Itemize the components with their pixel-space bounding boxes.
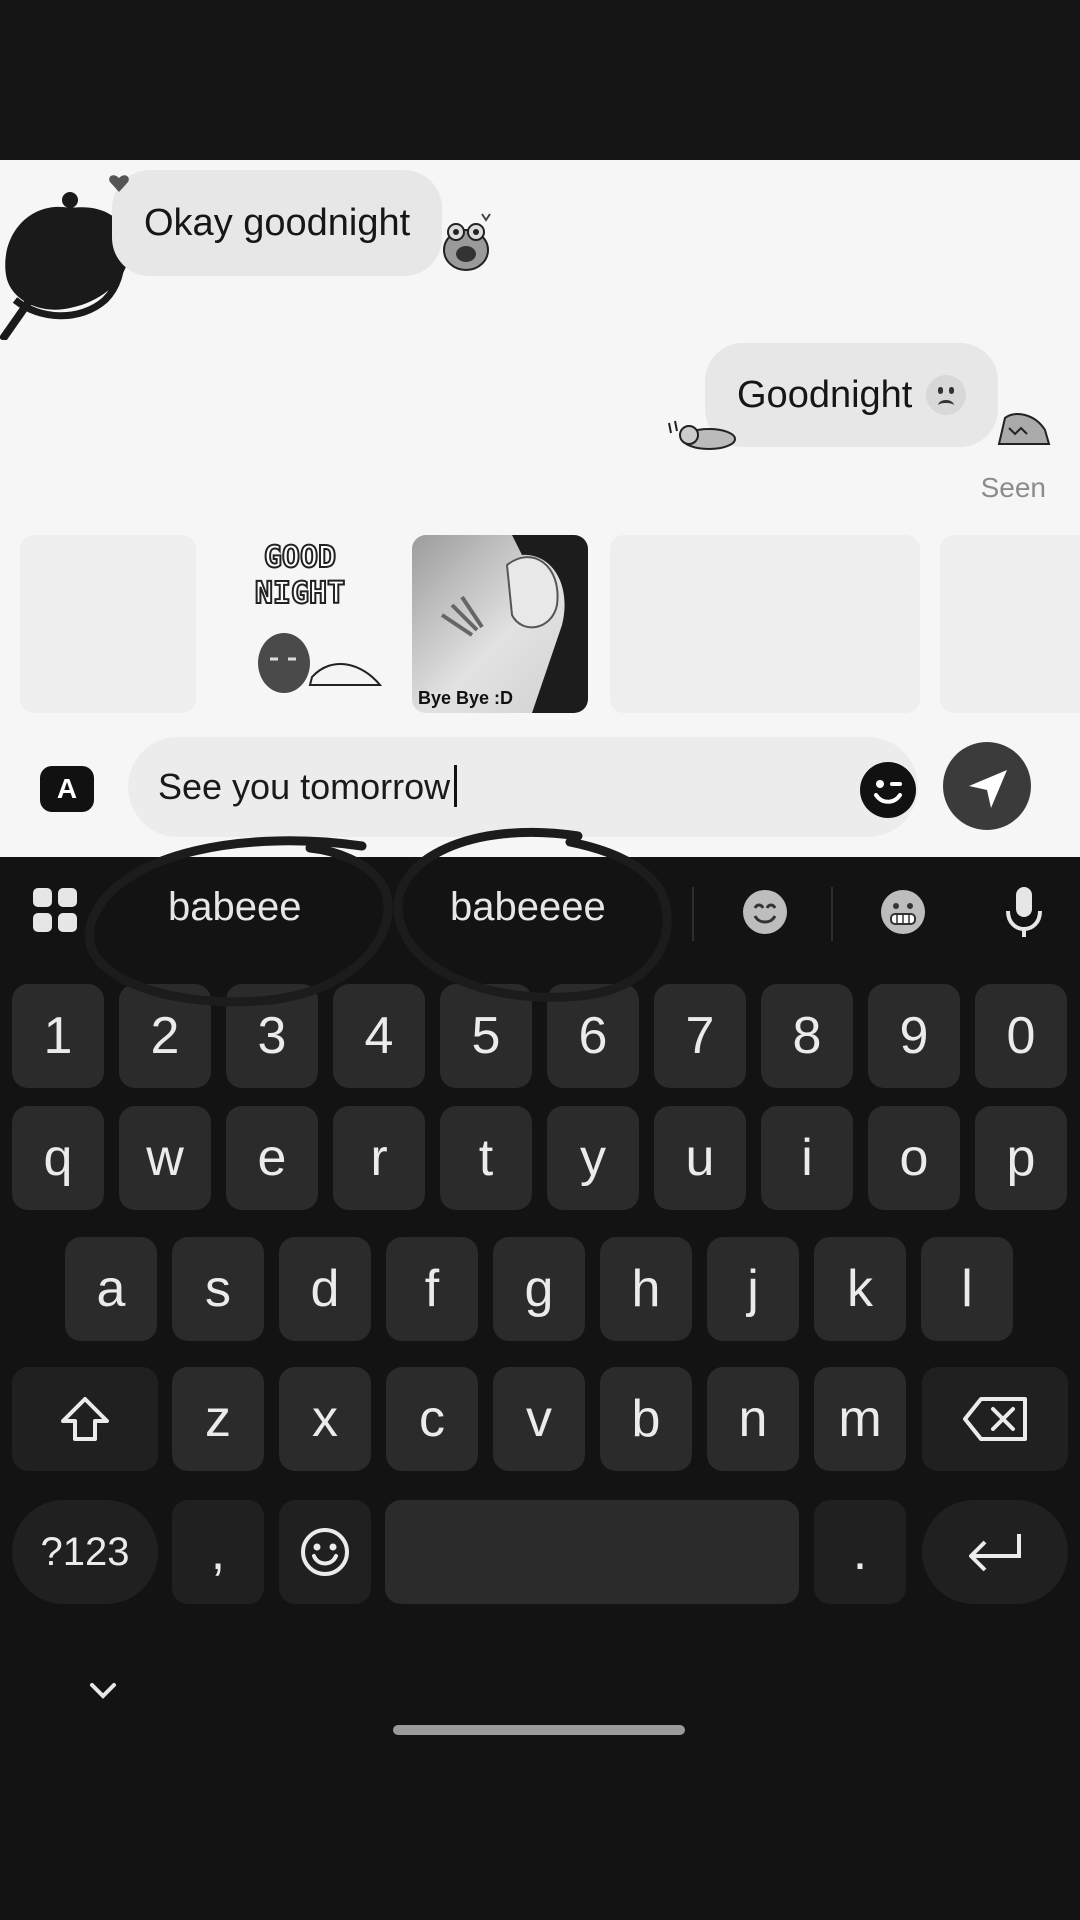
bye-caption: Bye Bye :D bbox=[418, 688, 514, 708]
key-w[interactable]: w bbox=[119, 1106, 211, 1210]
text-caret bbox=[454, 765, 458, 807]
hide-keyboard-chevron-icon[interactable] bbox=[88, 1681, 118, 1701]
key-z[interactable]: z bbox=[172, 1367, 264, 1471]
key-x[interactable]: x bbox=[279, 1367, 371, 1471]
key-1[interactable]: 1 bbox=[12, 984, 104, 1088]
key-r[interactable]: r bbox=[333, 1106, 425, 1210]
good-night-sticker-line-1: GOOD bbox=[264, 540, 336, 575]
emoji-key[interactable] bbox=[279, 1500, 371, 1604]
navigation-handle[interactable] bbox=[393, 1725, 685, 1735]
key-q[interactable]: q bbox=[12, 1106, 104, 1210]
incoming-message-text: Okay goodnight bbox=[144, 201, 411, 244]
key-v[interactable]: v bbox=[493, 1367, 585, 1471]
key-l[interactable]: l bbox=[921, 1237, 1013, 1341]
frowning-face-icon bbox=[926, 375, 967, 415]
sticker-suggestion-row: GOOD NIGHT Bye Bye :D bbox=[0, 535, 1080, 715]
key-o[interactable]: o bbox=[868, 1106, 960, 1210]
suggestion-2[interactable]: babeeee bbox=[450, 885, 606, 930]
emoji-button[interactable] bbox=[860, 762, 916, 818]
chat-thread: Okay goodnight Goodnight Seen GOOD NIGHT bbox=[0, 160, 1080, 857]
heart-icon bbox=[109, 175, 129, 192]
key-h[interactable]: h bbox=[600, 1237, 692, 1341]
key-e[interactable]: e bbox=[226, 1106, 318, 1210]
key-5[interactable]: 5 bbox=[440, 984, 532, 1088]
spacebar[interactable] bbox=[385, 1500, 799, 1604]
key-9[interactable]: 9 bbox=[868, 984, 960, 1088]
key-g[interactable]: g bbox=[493, 1237, 585, 1341]
good-night-sticker[interactable]: GOOD NIGHT bbox=[232, 535, 392, 713]
shift-key[interactable] bbox=[12, 1367, 158, 1471]
return-arrow-icon bbox=[969, 1534, 1021, 1572]
incoming-message-bubble[interactable]: Okay goodnight bbox=[112, 170, 443, 276]
suggestion-1[interactable]: babeee bbox=[168, 885, 301, 930]
shift-arrow-icon bbox=[61, 1397, 109, 1441]
good-night-sticker-line-2: NIGHT bbox=[255, 576, 345, 611]
key-a[interactable]: a bbox=[65, 1237, 157, 1341]
smiley-icon bbox=[301, 1528, 349, 1576]
suggestion-divider bbox=[831, 887, 833, 941]
key-d[interactable]: d bbox=[279, 1237, 371, 1341]
key-c[interactable]: c bbox=[386, 1367, 478, 1471]
period-key[interactable]: . bbox=[814, 1500, 906, 1604]
bye-bye-sticker[interactable]: Bye Bye :D bbox=[412, 535, 588, 713]
key-u[interactable]: u bbox=[654, 1106, 746, 1210]
seen-label: Seen bbox=[980, 472, 1046, 503]
key-k[interactable]: k bbox=[814, 1237, 906, 1341]
key-b[interactable]: b bbox=[600, 1367, 692, 1471]
key-m[interactable]: m bbox=[814, 1367, 906, 1471]
key-f[interactable]: f bbox=[386, 1237, 478, 1341]
suggestion-divider bbox=[692, 887, 694, 941]
outgoing-message-text: Goodnight bbox=[737, 373, 913, 416]
apps-grid-icon[interactable] bbox=[32, 887, 78, 933]
text-mode-button[interactable]: A bbox=[40, 766, 94, 812]
microphone-icon[interactable] bbox=[1004, 885, 1044, 939]
backspace-icon bbox=[963, 1397, 1027, 1441]
key-i[interactable]: i bbox=[761, 1106, 853, 1210]
wink-face-icon bbox=[874, 780, 902, 804]
status-bar-area bbox=[0, 0, 1080, 160]
backspace-key[interactable] bbox=[922, 1367, 1068, 1471]
sticker-placeholder[interactable] bbox=[20, 535, 196, 713]
frog-sticker-icon bbox=[443, 213, 491, 271]
key-7[interactable]: 7 bbox=[654, 984, 746, 1088]
key-t[interactable]: t bbox=[440, 1106, 532, 1210]
key-8[interactable]: 8 bbox=[761, 984, 853, 1088]
sticker-placeholder[interactable] bbox=[610, 535, 920, 713]
key-s[interactable]: s bbox=[172, 1237, 264, 1341]
smiling-face-suggestion-icon[interactable] bbox=[741, 888, 789, 936]
message-composer: A See you tomorrow bbox=[0, 732, 1080, 857]
comma-key[interactable]: , bbox=[172, 1500, 264, 1604]
anime-character-art bbox=[440, 535, 588, 713]
shark-sticker-icon bbox=[997, 413, 1051, 445]
enter-key[interactable] bbox=[922, 1500, 1068, 1604]
suggestion-bar: babeee babeeee bbox=[0, 857, 1080, 967]
key-n[interactable]: n bbox=[707, 1367, 799, 1471]
on-screen-keyboard: babeee babeeee 1234567890 qwertyuiop asd… bbox=[0, 857, 1080, 1920]
key-j[interactable]: j bbox=[707, 1237, 799, 1341]
message-input[interactable]: See you tomorrow bbox=[128, 737, 918, 837]
good-night-sticker-art: GOOD NIGHT bbox=[254, 539, 383, 693]
key-0[interactable]: 0 bbox=[975, 984, 1067, 1088]
key-p[interactable]: p bbox=[975, 1106, 1067, 1210]
key-6[interactable]: 6 bbox=[547, 984, 639, 1088]
symbols-key[interactable]: ?123 bbox=[12, 1500, 158, 1604]
send-icon bbox=[969, 770, 1007, 808]
message-input-value: See you tomorrow bbox=[158, 766, 451, 807]
key-y[interactable]: y bbox=[547, 1106, 639, 1210]
outgoing-message-bubble[interactable]: Goodnight bbox=[705, 343, 999, 447]
send-button[interactable] bbox=[943, 742, 1031, 830]
key-2[interactable]: 2 bbox=[119, 984, 211, 1088]
sticker-placeholder[interactable] bbox=[940, 535, 1080, 713]
key-3[interactable]: 3 bbox=[226, 984, 318, 1088]
sleeping-animal-sticker-icon bbox=[668, 420, 736, 450]
grinning-face-suggestion-icon[interactable] bbox=[879, 888, 927, 936]
key-4[interactable]: 4 bbox=[333, 984, 425, 1088]
